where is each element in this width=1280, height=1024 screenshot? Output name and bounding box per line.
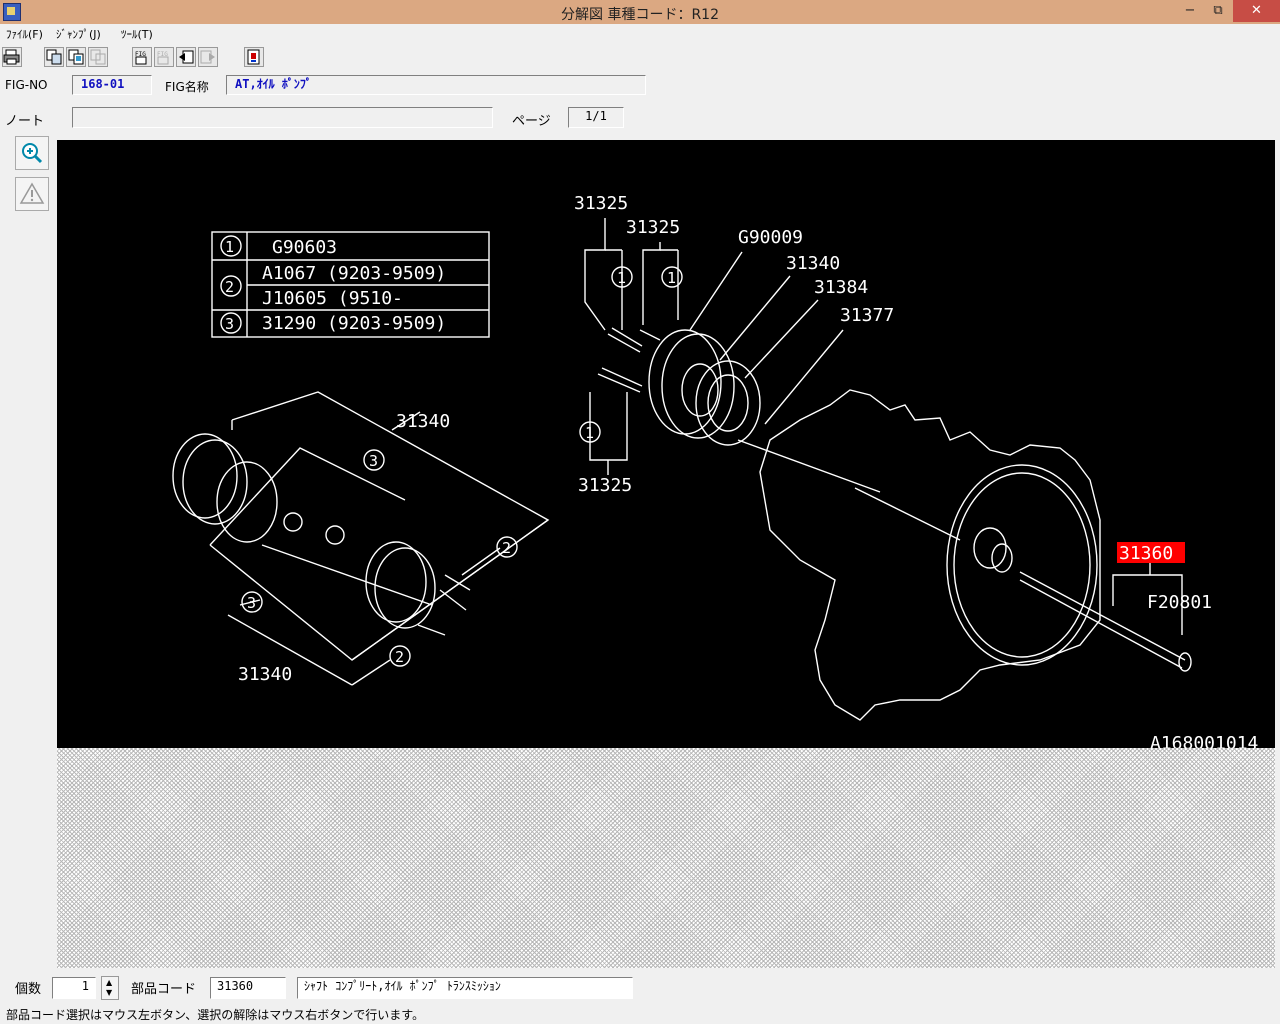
menu-tool[interactable]: ﾂｰﾙ(T) — [121, 26, 153, 42]
legend-row-3-text: J10605 (9510- — [262, 288, 403, 309]
status-bar: 部品コード選択はマウス左ボタン、選択の解除はマウス右ボタンで行います。 — [0, 1004, 1280, 1024]
close-button[interactable]: ✕ — [1233, 0, 1280, 22]
callout-2-b: 2 — [395, 648, 404, 666]
note-label: ノート — [5, 114, 45, 129]
part-label-31384[interactable]: 31384 — [814, 277, 868, 298]
fig-back-icon[interactable] — [176, 47, 196, 67]
title-bar: 分解図 車種コード：R12 − ⧉ ✕ — [0, 0, 1280, 24]
legend-num-1: 1 — [225, 238, 234, 256]
callout-1-b: 1 — [667, 269, 676, 287]
legend-num-2: 2 — [225, 278, 234, 296]
page-label: ページ — [512, 114, 551, 129]
fig-forward-icon — [198, 47, 218, 67]
callout-3-b: 3 — [247, 594, 256, 612]
part-label-31377[interactable]: 31377 — [840, 305, 894, 326]
warning-icon[interactable] — [15, 177, 49, 211]
fig-no-field: 168-01 — [72, 75, 152, 95]
part-label-31340-b[interactable]: 31340 — [396, 411, 450, 432]
part-code-field[interactable]: 31360 — [210, 977, 286, 999]
part-info-bar: 個数 1 ▲ ▼ 部品コード 31360 ｼｬﾌﾄ ｺﾝﾌﾟﾘｰﾄ,ｵｲﾙ ﾎﾟ… — [0, 970, 1280, 1004]
window-title: 分解図 車種コード：R12 — [561, 7, 719, 23]
menu-file[interactable]: ﾌｧｲﾙ(F) — [6, 26, 43, 42]
fig-first-icon[interactable]: FIG — [132, 47, 152, 67]
legend-num-3: 3 — [225, 315, 234, 333]
stepper-down-icon[interactable]: ▼ — [106, 988, 112, 998]
fig-no-label: FIG-NO — [5, 78, 48, 92]
part-label-31325-a[interactable]: 31325 — [574, 193, 628, 214]
menu-bar: ﾌｧｲﾙ(F) ｼﾞｬﾝﾌﾟ(J) ﾂｰﾙ(T) — [0, 24, 1280, 42]
part-label-31325-c[interactable]: 31325 — [578, 475, 632, 496]
page-field: 1/1 — [568, 107, 624, 128]
note-field — [72, 107, 493, 128]
callout-2-a: 2 — [502, 539, 511, 557]
exploded-diagram[interactable]: G90603 A1067 (9203-9509) J10605 (9510- 3… — [57, 140, 1275, 748]
minimize-button[interactable]: − — [1175, 0, 1205, 22]
toolbar: FIG FIG — [0, 44, 1280, 72]
part-label-f20801[interactable]: F20801 — [1147, 592, 1212, 613]
qty-field[interactable]: 1 — [52, 977, 96, 999]
menu-jump[interactable]: ｼﾞｬﾝﾌﾟ(J) — [56, 26, 101, 42]
part-name-field: ｼｬﾌﾄ ｺﾝﾌﾟﾘｰﾄ,ｵｲﾙ ﾎﾟﾝﾌﾟ ﾄﾗﾝｽﾐｯｼｮﾝ — [297, 977, 633, 999]
part-label-31360[interactable]: 31360 — [1119, 543, 1173, 564]
part-code-label: 部品コード — [131, 982, 197, 997]
exit-icon[interactable] — [244, 47, 264, 67]
part-label-31325-b[interactable]: 31325 — [626, 217, 680, 238]
part-label-31340-a[interactable]: 31340 — [786, 253, 840, 274]
zoom-in-icon[interactable] — [15, 136, 49, 170]
callout-3-a: 3 — [369, 452, 378, 470]
print-icon[interactable] — [2, 47, 22, 67]
copy-multi-icon[interactable] — [66, 47, 86, 67]
legend-row-1-text: G90603 — [272, 237, 337, 258]
stepper-up-icon[interactable]: ▲ — [106, 978, 112, 988]
copy-disabled-icon — [88, 47, 108, 67]
qty-label: 個数 — [15, 982, 42, 997]
part-label-31340-c[interactable]: 31340 — [238, 664, 292, 685]
qty-stepper[interactable]: ▲ ▼ — [101, 976, 119, 1000]
fig-name-field: AT,ｵｲﾙ ﾎﾟﾝﾌﾟ — [226, 75, 646, 95]
copy-icon[interactable] — [44, 47, 64, 67]
empty-area — [57, 748, 1275, 968]
restore-button[interactable]: ⧉ — [1203, 0, 1233, 22]
fig-name-label: FIG名称 — [165, 80, 209, 94]
legend-row-4-text: 31290 (9203-9509) — [262, 313, 446, 334]
fig-prev-icon: FIG — [154, 47, 174, 67]
part-label-g90009[interactable]: G90009 — [738, 227, 803, 248]
callout-1-a: 1 — [617, 269, 626, 287]
diagram-svg[interactable]: G90603 A1067 (9203-9509) J10605 (9510- 3… — [57, 140, 1275, 748]
callout-1-c: 1 — [585, 424, 594, 442]
status-message: 部品コード選択はマウス左ボタン、選択の解除はマウス右ボタンで行います。 — [6, 1008, 425, 1022]
legend-row-2-text: A1067 (9203-9509) — [262, 263, 446, 284]
diagram-code: A168001014 — [1150, 733, 1258, 748]
